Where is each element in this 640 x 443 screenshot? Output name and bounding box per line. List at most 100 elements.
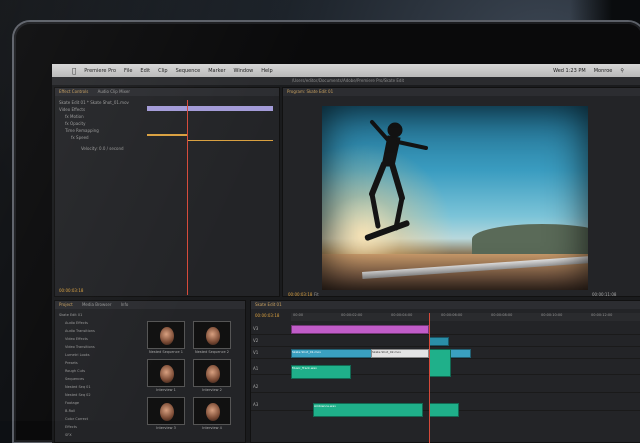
ec-row-speed[interactable]: fx Speed bbox=[71, 135, 89, 140]
project-tabs: Project Media Browser Info bbox=[55, 301, 245, 309]
user-name[interactable]: Monroe bbox=[594, 68, 613, 74]
timeline-timecode[interactable]: 00:00:03:18 bbox=[255, 313, 279, 318]
face-image bbox=[160, 365, 174, 383]
menu-app[interactable]: Premiere Pro bbox=[84, 68, 116, 74]
thumbnail-nested-2[interactable] bbox=[193, 321, 231, 349]
track-label[interactable]: V3 bbox=[253, 323, 258, 334]
program-fit[interactable]: Fit bbox=[314, 292, 319, 297]
ruler-tick: 00:00:06:00 bbox=[441, 313, 463, 317]
audio-clip-4[interactable] bbox=[429, 403, 459, 417]
project-bin-item[interactable]: Color Correct bbox=[65, 417, 88, 421]
program-duration: 00:00:11:08 bbox=[592, 292, 617, 297]
track-label[interactable]: A2 bbox=[253, 381, 258, 392]
project-bin-item[interactable]: Nested Seq 02 bbox=[65, 393, 91, 397]
program-tab: Program: Skate Edit 01 bbox=[283, 88, 640, 96]
project-bin-item[interactable]: Audio Effects bbox=[65, 321, 88, 325]
face-image bbox=[206, 403, 220, 421]
audio-clip[interactable]: Music_Track.wav bbox=[291, 365, 351, 379]
tab-program[interactable]: Program: Skate Edit 01 bbox=[287, 89, 333, 94]
thumb-label: Nested Sequence 2 bbox=[194, 350, 230, 354]
apple-icon[interactable]:  bbox=[72, 67, 76, 75]
face-image bbox=[160, 403, 174, 421]
project-bin-item[interactable]: Audio Transitions bbox=[65, 329, 95, 333]
ec-row-time-remap[interactable]: Time Remapping bbox=[65, 128, 99, 133]
program-timecode[interactable]: 00:00:03:18 bbox=[288, 292, 312, 297]
track-label[interactable]: A3 bbox=[253, 399, 258, 410]
menu-edit[interactable]: Edit bbox=[140, 68, 150, 74]
tab-info[interactable]: Info bbox=[121, 302, 129, 307]
ruler-tick: 00:00:10:00 bbox=[541, 313, 563, 317]
ruler-tick: 00:00:04:00 bbox=[391, 313, 413, 317]
audio-clip-2[interactable] bbox=[429, 349, 451, 377]
tab-project[interactable]: Project bbox=[59, 302, 73, 307]
ec-row: Video Effects bbox=[59, 107, 86, 112]
tab-sequence[interactable]: Skate Edit 01 bbox=[255, 302, 282, 307]
tab-effect-controls[interactable]: Effect Controls bbox=[59, 89, 88, 94]
menu-file[interactable]: File bbox=[124, 68, 132, 74]
ruler-tick: 00:00:02:00 bbox=[341, 313, 363, 317]
thumbnail-interview-2[interactable] bbox=[193, 359, 231, 387]
timeline-tabs: Skate Edit 01 bbox=[251, 301, 640, 309]
ruler-tick: 00:00 bbox=[293, 313, 304, 317]
ec-row-motion[interactable]: fx Motion bbox=[65, 114, 84, 119]
menu-sequence[interactable]: Sequence bbox=[176, 68, 201, 74]
effect-controls-tabs: Effect Controls Audio Clip Mixer bbox=[55, 88, 279, 96]
ruler-tick: 00:00:12:00 bbox=[591, 313, 613, 317]
thumb-label: Nested Sequence 1 bbox=[148, 350, 184, 354]
tab-media-browser[interactable]: Media Browser bbox=[82, 302, 112, 307]
clock[interactable]: Wed 1:23 PM bbox=[553, 68, 586, 74]
time-ruler[interactable]: 00:00 00:00:02:00 00:00:04:00 00:00:06:0… bbox=[291, 313, 640, 321]
project-bin-item[interactable]: Video Effects bbox=[65, 337, 88, 341]
search-icon[interactable]: ⚲ bbox=[620, 68, 624, 74]
ec-timecode[interactable]: 00:00:03:18 bbox=[59, 288, 83, 293]
track-area: V3 V2 V1 A1 A2 A3 Skate Shot_01.mov Musi… bbox=[251, 323, 640, 443]
project-bin-item[interactable]: Nested Seq 01 bbox=[65, 385, 91, 389]
track-a2: A2 bbox=[251, 381, 640, 393]
face-image bbox=[206, 327, 220, 345]
menu-window[interactable]: Window bbox=[234, 68, 254, 74]
speed-curve-2[interactable] bbox=[187, 140, 273, 141]
window-title: /Users/editor/Documents/Adobe/Premiere P… bbox=[52, 77, 640, 85]
audio-clip-3[interactable]: Ambience.wav bbox=[313, 403, 423, 417]
ec-row-opacity[interactable]: fx Opacity bbox=[65, 121, 85, 126]
laptop-bezel:  Premiere Pro File Edit Clip Sequence M… bbox=[14, 22, 640, 443]
project-bin-item[interactable]: Footage bbox=[65, 401, 79, 405]
ec-row-velocity: Velocity: 0.0 / second bbox=[81, 146, 124, 151]
menu-marker[interactable]: Marker bbox=[208, 68, 225, 74]
project-bin-item[interactable]: Effects bbox=[65, 425, 77, 429]
project-bin-item[interactable]: Skate Edit 01 bbox=[59, 313, 82, 317]
speed-curve[interactable] bbox=[147, 134, 187, 136]
timeline-playhead[interactable] bbox=[429, 313, 430, 443]
face-image bbox=[160, 327, 174, 345]
project-bin-item[interactable]: Presets bbox=[65, 361, 78, 365]
clip-bar[interactable] bbox=[147, 106, 273, 111]
timeline-panel: Skate Edit 01 00:00:03:18 00:00 00:00:02… bbox=[250, 300, 640, 443]
video-clip-v2[interactable] bbox=[429, 337, 449, 346]
ec-row: Skate Edit 01 * Skate Shot_01.mov bbox=[59, 100, 129, 105]
thumbnail-nested-1[interactable] bbox=[147, 321, 185, 349]
track-label[interactable]: V2 bbox=[253, 335, 258, 346]
track-label[interactable]: A1 bbox=[253, 363, 258, 374]
project-bin-item[interactable]: Rough Cuts bbox=[65, 369, 85, 373]
menu-help[interactable]: Help bbox=[261, 68, 272, 74]
project-bin-item[interactable]: B-Roll bbox=[65, 409, 75, 413]
thumb-label: Interview 4 bbox=[202, 426, 222, 430]
project-bin-item[interactable]: Video Transitions bbox=[65, 345, 95, 349]
nested-clip[interactable] bbox=[291, 325, 429, 334]
tab-audio-mixer[interactable]: Audio Clip Mixer bbox=[98, 89, 130, 94]
thumbnail-interview-1[interactable] bbox=[147, 359, 185, 387]
video-clip-selected[interactable]: Skate Shot_02.mov bbox=[371, 349, 429, 358]
project-bin-item[interactable]: SFX bbox=[65, 433, 72, 437]
mac-menubar:  Premiere Pro File Edit Clip Sequence M… bbox=[52, 64, 640, 77]
project-bin-item[interactable]: Sequences bbox=[65, 377, 84, 381]
thumb-label: Interview 2 bbox=[202, 388, 222, 392]
program-video-frame bbox=[322, 106, 588, 290]
vignette bbox=[322, 106, 588, 290]
track-label[interactable]: V1 bbox=[253, 347, 258, 358]
project-panel: Project Media Browser Info Skate Edit 01… bbox=[54, 300, 246, 443]
ec-playhead[interactable] bbox=[187, 100, 188, 295]
menu-clip[interactable]: Clip bbox=[158, 68, 167, 74]
thumb-label: Interview 3 bbox=[156, 426, 176, 430]
menubar-status: Wed 1:23 PM Monroe ⚲ bbox=[553, 68, 624, 74]
project-bin-item[interactable]: Lumetri Looks bbox=[65, 353, 90, 357]
